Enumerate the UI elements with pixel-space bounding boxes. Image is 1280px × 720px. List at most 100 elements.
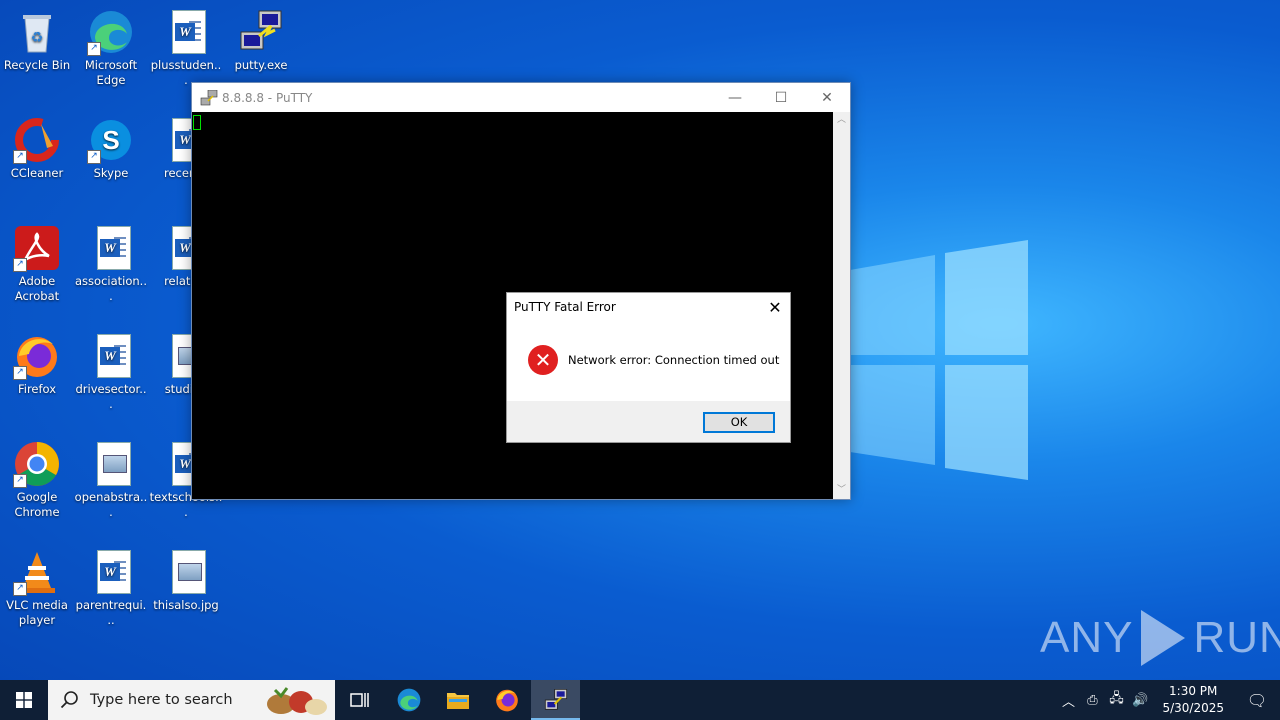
desktop-icon-label: drivesector... [75, 382, 147, 411]
scroll-up-arrow-icon[interactable]: ︿ [833, 112, 850, 129]
image-file-icon [87, 440, 135, 488]
adobe-acrobat-icon: ↗ [13, 224, 61, 272]
desktop-icon-parentrequi-doc[interactable]: W parentrequi... [74, 544, 148, 628]
device-icon[interactable]: ⎙ [1080, 693, 1104, 708]
desktop-icon-label: Adobe Acrobat [14, 274, 60, 303]
word-document-icon: W [162, 8, 210, 56]
terminal-cursor [193, 115, 201, 130]
dialog-close-button[interactable]: ✕ [760, 298, 790, 317]
desktop-icon-thisalso-jpg[interactable]: thisalso.jpg [149, 544, 223, 613]
desktop-icon-label: Google Chrome [14, 490, 60, 519]
desktop-icon-vlc[interactable]: ↗ VLC media player [0, 544, 74, 628]
desktop-icon-putty-exe[interactable]: putty.exe [224, 4, 298, 73]
clock-date: 5/30/2025 [1162, 701, 1224, 715]
error-message: Network error: Connection timed out [568, 353, 780, 367]
shortcut-arrow-icon: ↗ [13, 258, 27, 272]
task-view-button[interactable] [335, 680, 384, 720]
minimize-button[interactable]: — [712, 83, 758, 112]
desktop-icon-label: association... [75, 274, 147, 303]
putty-icon [200, 89, 218, 105]
desktop-icon-skype[interactable]: S ↗ Skype [74, 112, 148, 181]
error-icon: ✕ [528, 345, 558, 375]
task-view-icon [349, 693, 369, 707]
putty-icon [237, 8, 285, 56]
desktop-icon-label: Recycle Bin [3, 58, 71, 72]
image-file-icon [162, 548, 210, 596]
svg-text:♻: ♻ [31, 30, 44, 46]
desktop-icon-drivesector-doc[interactable]: W drivesector... [74, 328, 148, 412]
chrome-icon: ↗ [13, 440, 61, 488]
network-icon[interactable]: 🖧 [1104, 689, 1128, 711]
windows-start-icon [16, 692, 32, 708]
putty-window-title: 8.8.8.8 - PuTTY [222, 90, 313, 105]
search-placeholder: Type here to search [90, 692, 233, 708]
dialog-title: PuTTY Fatal Error [514, 300, 616, 314]
desktop-icon-label: CCleaner [10, 166, 64, 180]
shortcut-arrow-icon: ↗ [13, 474, 27, 488]
shortcut-arrow-icon: ↗ [13, 150, 27, 164]
desktop-icon-label: parentrequi... [75, 598, 147, 627]
clock-time: 1:30 PM [1169, 684, 1218, 698]
desktop-icon-ccleaner[interactable]: ↗ CCleaner [0, 112, 74, 181]
edge-icon [397, 688, 420, 712]
show-hidden-icons-chevron-icon[interactable]: ︿ [1056, 691, 1080, 710]
firefox-icon [495, 689, 518, 712]
desktop-icon-association-doc[interactable]: W association... [74, 220, 148, 304]
notifications-icon[interactable]: 🗨 [1234, 691, 1280, 710]
desktop-icon-label: Firefox [17, 382, 57, 396]
close-button[interactable]: ✕ [804, 83, 850, 112]
word-document-icon: W [87, 224, 135, 272]
shortcut-arrow-icon: ↗ [13, 582, 27, 596]
desktop-icon-firefox[interactable]: ↗ Firefox [0, 328, 74, 397]
desktop-icon-recycle-bin[interactable]: ♻ Recycle Bin [0, 4, 74, 73]
vlc-cone-icon: ↗ [13, 548, 61, 596]
putty-fatal-error-dialog[interactable]: PuTTY Fatal Error ✕ ✕ Network error: Con… [506, 292, 791, 443]
volume-icon[interactable]: 🔊 [1128, 693, 1152, 708]
taskbar-edge[interactable] [384, 680, 433, 720]
taskbar-search-box[interactable]: Type here to search [48, 680, 335, 720]
anyrun-watermark: ANY RUN [1040, 610, 1280, 666]
taskbar-clock[interactable]: 1:30 PM 5/30/2025 [1162, 683, 1224, 717]
folder-icon [446, 693, 469, 709]
desktop-icon-google-chrome[interactable]: ↗ Google Chrome [0, 436, 74, 520]
dialog-titlebar[interactable]: PuTTY Fatal Error ✕ [507, 293, 790, 321]
desktop-icon-plusstuden-doc[interactable]: W plusstuden... [149, 4, 223, 88]
desktop-icon-label: openabstra... [74, 490, 148, 519]
ok-button[interactable]: OK [703, 412, 775, 433]
putty-titlebar[interactable]: 8.8.8.8 - PuTTY — ☐ ✕ [192, 83, 850, 112]
svg-text:S: S [102, 125, 119, 155]
dialog-footer: OK [507, 401, 790, 442]
play-logo-icon [1141, 610, 1186, 666]
ccleaner-icon: ↗ [13, 116, 61, 164]
shortcut-arrow-icon: ↗ [87, 42, 101, 56]
watermark-left: ANY [1040, 613, 1134, 662]
putty-icon [544, 689, 567, 710]
desktop-icon-microsoft-edge[interactable]: ↗ Microsoft Edge [74, 4, 148, 88]
search-highlight-vegetables-icon [267, 687, 327, 715]
skype-icon: S ↗ [87, 116, 135, 164]
recycle-bin-icon: ♻ [13, 8, 61, 56]
taskbar-file-explorer[interactable] [433, 680, 482, 720]
windows-logo-wallpaper [850, 240, 1028, 480]
desktop-icon-label: VLC media player [6, 598, 68, 627]
desktop-icon-label: Microsoft Edge [84, 58, 138, 87]
search-icon [60, 691, 78, 709]
maximize-button[interactable]: ☐ [758, 83, 804, 112]
word-document-icon: W [87, 332, 135, 380]
edge-icon: ↗ [87, 8, 135, 56]
desktop-icon-openabstra-image[interactable]: openabstra... [74, 436, 148, 520]
start-button[interactable] [0, 680, 48, 720]
scroll-down-arrow-icon[interactable]: ﹀ [833, 482, 850, 499]
word-document-icon: W [87, 548, 135, 596]
taskbar-putty[interactable] [531, 680, 580, 720]
desktop-icon-label: thisalso.jpg [153, 598, 219, 612]
watermark-right: RUN [1193, 613, 1280, 662]
shortcut-arrow-icon: ↗ [87, 150, 101, 164]
system-tray: ︿ ⎙ 🖧 🔊 1:30 PM 5/30/2025 🗨 [1056, 680, 1280, 720]
desktop-icon-adobe-acrobat[interactable]: ↗ Adobe Acrobat [0, 220, 74, 304]
desktop-icon-label: Skype [93, 166, 129, 180]
firefox-icon: ↗ [13, 332, 61, 380]
taskbar-firefox[interactable] [482, 680, 531, 720]
vertical-scrollbar[interactable]: ︿ ﹀ [833, 112, 850, 499]
desktop-icon-label: putty.exe [234, 58, 288, 72]
